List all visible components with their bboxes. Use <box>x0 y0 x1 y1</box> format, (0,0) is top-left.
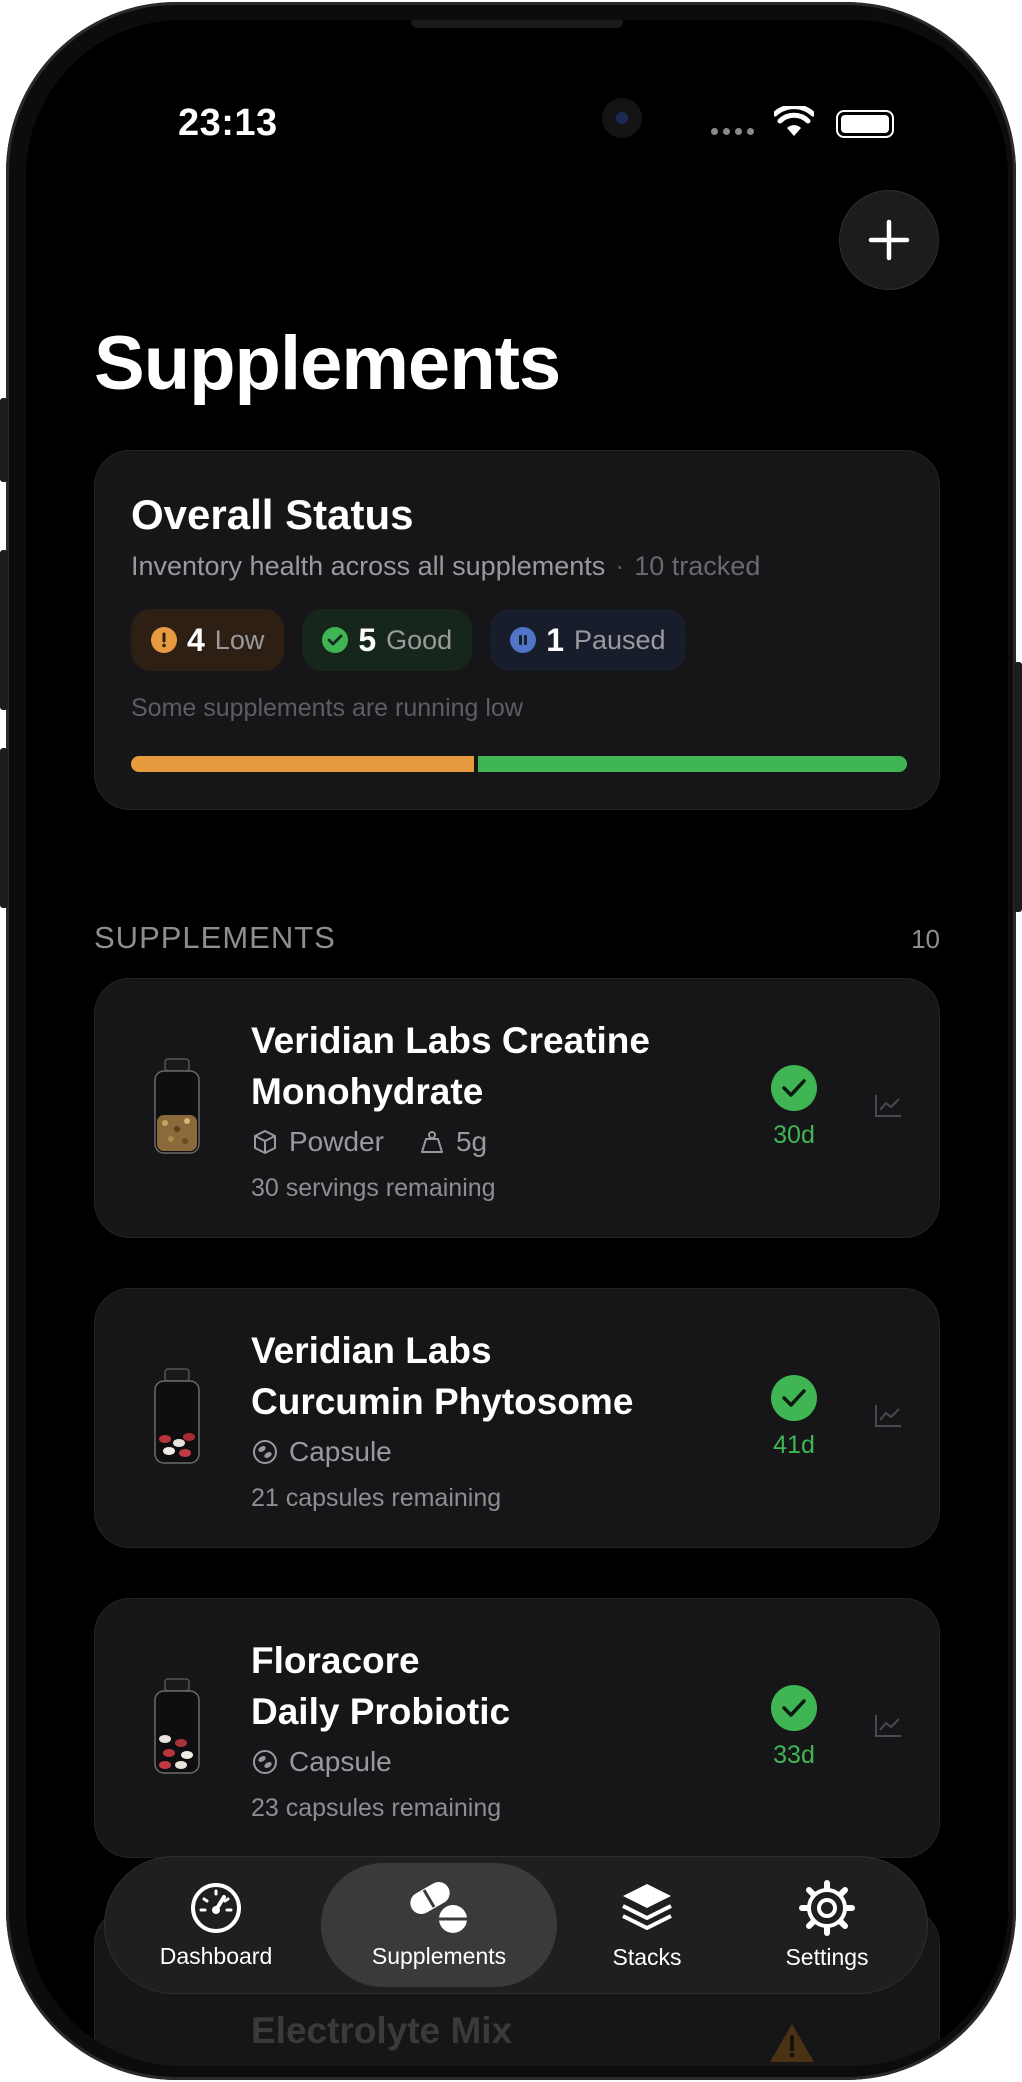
subtitle-text: Inventory health across all supplements <box>131 551 606 581</box>
supplement-name: Floracore Daily Probiotic <box>251 1635 671 1737</box>
supplement-name-line: Curcumin Phytosome <box>251 1381 634 1422</box>
overall-status-card: Overall Status Inventory health across a… <box>94 450 940 810</box>
tab-settings[interactable]: Settings <box>737 1863 917 1987</box>
tab-supplements[interactable]: Supplements <box>321 1863 557 1987</box>
supplement-form: Capsule <box>289 1746 392 1777</box>
supplement-meta: Capsule <box>251 1436 392 1468</box>
overall-status-title: Overall Status <box>131 491 414 538</box>
capsule-bottle-icon <box>154 1678 200 1774</box>
plus-icon <box>868 219 910 261</box>
low-pill[interactable]: 4 Low <box>131 609 285 671</box>
power-button <box>1014 662 1022 912</box>
supplement-name: Veridian Labs Creatine Monohydrate <box>251 1015 671 1117</box>
tab-dashboard[interactable]: Dashboard <box>111 1863 321 1987</box>
supplement-name: Veridian Labs Curcumin Phytosome <box>251 1325 671 1427</box>
low-label: Low <box>214 624 265 655</box>
screen: 23:13 Supplements Overall Status Invento… <box>26 20 1008 2066</box>
supplement-name-line: Monohydrate <box>251 1071 484 1112</box>
days-remaining: 33d <box>773 1741 815 1769</box>
good-status-icon <box>771 1375 817 1421</box>
status-pills: 4 Low 5 Good 1 Paused <box>131 609 686 671</box>
good-label: Good <box>386 624 453 655</box>
tab-label: Settings <box>785 1943 869 1970</box>
paused-pill[interactable]: 1 Paused <box>490 609 686 671</box>
days-remaining: 41d <box>773 1431 815 1459</box>
volume-up-button <box>0 550 8 710</box>
supplement-name-line: Veridian Labs Creatine <box>251 1020 650 1061</box>
supplement-meta: Capsule <box>251 1746 392 1778</box>
alert-icon <box>151 627 177 653</box>
supplement-dose: 5g <box>455 1126 488 1157</box>
low-count: 4 <box>187 621 205 658</box>
paused-count: 1 <box>546 621 564 658</box>
supplement-card[interactable]: Veridian Labs Curcumin Phytosome Capsule… <box>94 1288 940 1548</box>
tab-label: Stacks <box>612 1943 682 1970</box>
volume-down-button <box>0 748 8 908</box>
supplement-name: Electrolyte Mix <box>251 2010 513 2051</box>
supplement-name-line: Veridian Labs <box>251 1330 492 1371</box>
tab-stacks[interactable]: Stacks <box>557 1863 737 1987</box>
powder-bottle-icon <box>154 1058 200 1154</box>
good-count: 5 <box>358 621 377 658</box>
status-time: 23:13 <box>178 102 278 144</box>
chart-icon[interactable] <box>873 1713 903 1739</box>
layers-icon <box>622 1883 672 1930</box>
tab-bar: Dashboard Supplements Stacks Settings <box>104 1856 928 1994</box>
weight-icon <box>420 1131 443 1153</box>
gauge-icon <box>191 1882 241 1933</box>
section-count: 10 <box>911 924 940 954</box>
add-supplement-button[interactable] <box>839 190 939 290</box>
paused-label: Paused <box>573 624 666 655</box>
warning-icon <box>770 2024 814 2062</box>
phone-frame: 23:13 Supplements Overall Status Invento… <box>0 2 1022 2080</box>
supplement-remaining: 30 servings remaining <box>251 1174 496 1202</box>
box-icon <box>254 1130 276 1154</box>
cellular-signal-icon <box>711 128 754 135</box>
tab-label: Supplements <box>371 1942 507 1969</box>
chart-icon[interactable] <box>873 1093 903 1119</box>
action-button <box>0 398 8 482</box>
tracked-count: 10 tracked <box>634 551 761 581</box>
speaker <box>411 20 623 28</box>
good-status-icon <box>771 1065 817 1111</box>
section-title: SUPPLEMENTS <box>94 920 336 955</box>
supplement-card[interactable]: Floracore Daily Probiotic Capsule 23 cap… <box>94 1598 940 1858</box>
good-pill[interactable]: 5 Good <box>302 609 473 671</box>
front-camera <box>602 98 642 138</box>
supplement-card[interactable]: Veridian Labs Creatine Monohydrate Powde… <box>94 978 940 1238</box>
supplement-meta: Powder 5g <box>251 1126 487 1158</box>
capsule-bottle-icon <box>154 1368 200 1464</box>
battery-icon <box>836 110 894 138</box>
inventory-health-bar <box>131 756 907 772</box>
supplement-form: Capsule <box>289 1436 392 1467</box>
tab-label: Dashboard <box>159 1942 273 1969</box>
supplement-remaining: 23 capsules remaining <box>251 1794 502 1822</box>
capsule-icon <box>253 1440 277 1464</box>
supplement-name-line: Floracore <box>251 1640 420 1681</box>
days-remaining: 30d <box>773 1121 815 1149</box>
wifi-icon <box>774 106 814 136</box>
overall-status-subtitle: Inventory health across all supplements ·… <box>131 551 761 581</box>
bar-low-segment <box>131 756 474 772</box>
capsule-icon <box>253 1750 277 1774</box>
pills-icon <box>410 1881 467 1933</box>
chart-icon[interactable] <box>873 1403 903 1429</box>
good-status-icon <box>771 1685 817 1731</box>
supplement-remaining: 21 capsules remaining <box>251 1484 502 1512</box>
bar-good-segment <box>477 756 907 772</box>
gear-icon <box>799 1879 855 1936</box>
check-icon <box>322 627 349 653</box>
supplement-name-line: Daily Probiotic <box>251 1691 511 1732</box>
supplement-form: Powder <box>289 1126 384 1157</box>
page-title: Supplements <box>94 321 561 406</box>
pause-icon <box>510 627 537 653</box>
status-message: Some supplements are running low <box>131 694 523 722</box>
